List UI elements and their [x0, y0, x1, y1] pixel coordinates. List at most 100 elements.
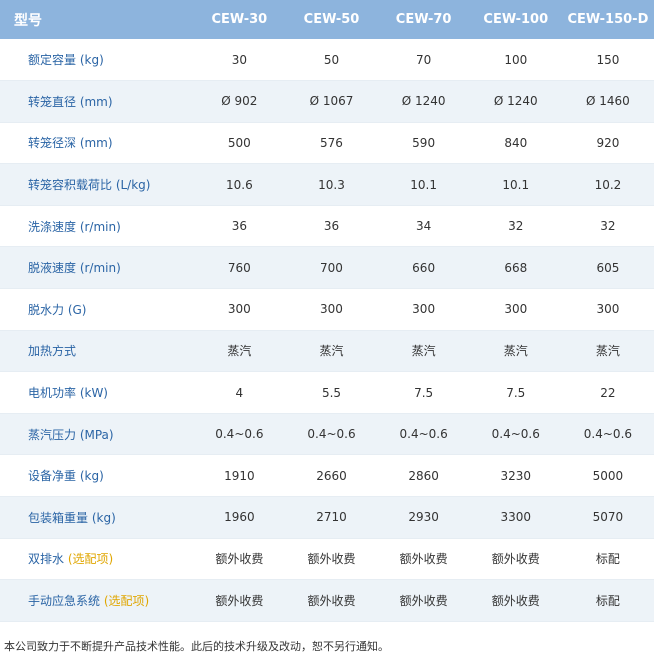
- table-row: 手动应急系统 (选配项) 额外收费 额外收费 额外收费 额外收费 标配: [0, 579, 654, 622]
- table-cell: Ø 1240: [469, 80, 562, 123]
- row-label: 转笼直径 (mm): [0, 80, 194, 123]
- table-cell: 0.4~0.6: [561, 413, 654, 456]
- table-cell: 668: [469, 246, 562, 290]
- table-cell: 36: [193, 205, 286, 248]
- table-cell: 额外收费: [377, 579, 470, 622]
- table-row: 转笼容积载荷比 (L/kg) 10.6 10.3 10.1 10.1 10.2: [0, 163, 654, 206]
- row-label: 双排水 (选配项): [0, 538, 194, 581]
- table-cell: 7.5: [469, 371, 562, 414]
- row-label-text: 转笼直径 (mm): [28, 94, 113, 109]
- table-cell: 蒸汽: [193, 330, 286, 373]
- row-label-text: 转笼径深 (mm): [28, 136, 113, 151]
- table-cell: 0.4~0.6: [377, 413, 470, 456]
- header-row: 型号 CEW-30 CEW-50 CEW-70 CEW-100 CEW-150-…: [0, 0, 654, 39]
- table-cell: 10.1: [377, 163, 470, 206]
- row-label: 加热方式: [0, 330, 194, 373]
- row-label: 转笼径深 (mm): [0, 122, 194, 165]
- optional-badge: (选配项): [103, 594, 150, 609]
- table-cell: 660: [377, 246, 470, 290]
- row-label-text: 包装箱重量 (kg): [28, 510, 116, 525]
- row-label-text: 脱液速度 (r/min): [28, 261, 121, 276]
- table-cell: 760: [193, 246, 286, 290]
- table-row: 双排水 (选配项) 额外收费 额外收费 额外收费 额外收费 标配: [0, 538, 654, 581]
- table-cell: 0.4~0.6: [469, 413, 562, 456]
- table-row: 蒸汽压力 (MPa) 0.4~0.6 0.4~0.6 0.4~0.6 0.4~0.6 0.…: [0, 413, 654, 456]
- table-cell: 576: [285, 122, 378, 165]
- table-cell: 700: [285, 246, 378, 290]
- table-cell: 10.2: [561, 163, 654, 206]
- table-row: 脱液速度 (r/min) 760 700 660 668 605: [0, 246, 654, 290]
- table-cell: 605: [561, 246, 654, 290]
- table-row: 电机功率 (kW) 4 5.5 7.5 7.5 22: [0, 371, 654, 414]
- row-label-text: 手动应急系统: [28, 594, 104, 609]
- table-cell: 1960: [193, 496, 286, 539]
- row-label: 设备净重 (kg): [0, 454, 194, 498]
- row-label-text: 设备净重 (kg): [28, 469, 104, 484]
- table-cell: Ø 902: [193, 80, 286, 123]
- header-model: CEW-70: [395, 12, 452, 27]
- table-cell: 3300: [469, 496, 562, 539]
- table-cell: 1910: [193, 454, 286, 498]
- table-cell: 300: [193, 288, 286, 331]
- table-row: 脱水力 (G) 300 300 300 300 300: [0, 288, 654, 331]
- row-label-text: 额定容量 (kg): [28, 53, 104, 68]
- table-cell: 0.4~0.6: [193, 413, 286, 456]
- table-cell: 额外收费: [193, 579, 286, 622]
- table-row: 洗涤速度 (r/min) 36 36 34 32 32: [0, 205, 654, 248]
- row-label-text: 电机功率 (kW): [28, 386, 108, 401]
- row-label: 电机功率 (kW): [0, 371, 194, 414]
- table-cell: 额外收费: [285, 538, 378, 581]
- table-cell: 70: [377, 39, 470, 82]
- footnote: 本公司致力于不断提升产品技术性能。此后的技术升级及改动，恕不另行通知。: [4, 640, 389, 653]
- spec-table-body: 额定容量 (kg) 30 50 70 100 150 转笼直径 (mm) Ø 902 Ø 106…: [0, 39, 654, 622]
- table-cell: 蒸汽: [561, 330, 654, 373]
- row-label: 脱水力 (G): [0, 288, 194, 331]
- table-cell: Ø 1067: [285, 80, 378, 123]
- row-label-text: 蒸汽压力 (MPa): [28, 427, 114, 442]
- spec-table: 型号 CEW-30 CEW-50 CEW-70 CEW-100 CEW-150-…: [0, 0, 654, 622]
- table-cell: 590: [377, 122, 470, 165]
- table-cell: 2930: [377, 496, 470, 539]
- table-cell: 50: [285, 39, 378, 82]
- table-cell: 3230: [469, 454, 562, 498]
- table-cell: 额外收费: [469, 579, 562, 622]
- row-label: 额定容量 (kg): [0, 39, 194, 82]
- table-cell: 蒸汽: [285, 330, 378, 373]
- header-model: CEW-150-D: [567, 12, 649, 27]
- table-cell: 5.5: [285, 371, 378, 414]
- table-row: 设备净重 (kg) 1910 2660 2860 3230 5000: [0, 454, 654, 498]
- table-cell: 额外收费: [377, 538, 470, 581]
- table-cell: 300: [561, 288, 654, 331]
- row-label-text: 转笼容积载荷比 (L/kg): [28, 178, 151, 193]
- table-cell: 300: [469, 288, 562, 331]
- table-cell: 100: [469, 39, 562, 82]
- row-label: 洗涤速度 (r/min): [0, 205, 194, 248]
- header-label: 型号: [14, 12, 42, 29]
- spec-table-header: 型号 CEW-30 CEW-50 CEW-70 CEW-100 CEW-150-…: [0, 0, 654, 39]
- table-cell: 920: [561, 122, 654, 165]
- table-cell: 蒸汽: [377, 330, 470, 373]
- table-cell: 10.1: [469, 163, 562, 206]
- row-label: 手动应急系统 (选配项): [0, 579, 194, 622]
- table-cell: 32: [469, 205, 562, 248]
- row-label: 包装箱重量 (kg): [0, 496, 194, 539]
- table-row: 加热方式 蒸汽 蒸汽 蒸汽 蒸汽 蒸汽: [0, 330, 654, 373]
- header-model: CEW-100: [483, 12, 549, 27]
- row-label: 脱液速度 (r/min): [0, 246, 194, 290]
- row-label-text: 加热方式: [28, 344, 77, 359]
- table-row: 包装箱重量 (kg) 1960 2710 2930 3300 5070: [0, 496, 654, 539]
- table-cell: 500: [193, 122, 286, 165]
- table-cell: 5000: [561, 454, 654, 498]
- table-cell: 5070: [561, 496, 654, 539]
- table-cell: 额外收费: [469, 538, 562, 581]
- table-row: 转笼径深 (mm) 500 576 590 840 920: [0, 122, 654, 165]
- table-cell: 32: [561, 205, 654, 248]
- table-cell: 10.3: [285, 163, 378, 206]
- table-cell: 150: [561, 39, 654, 82]
- table-row: 额定容量 (kg) 30 50 70 100 150: [0, 39, 654, 82]
- table-row: 转笼直径 (mm) Ø 902 Ø 1067 Ø 1240 Ø 1240 Ø 1460: [0, 80, 654, 123]
- table-cell: 0.4~0.6: [285, 413, 378, 456]
- row-label-text: 双排水: [28, 552, 68, 567]
- table-cell: 2860: [377, 454, 470, 498]
- table-cell: 2660: [285, 454, 378, 498]
